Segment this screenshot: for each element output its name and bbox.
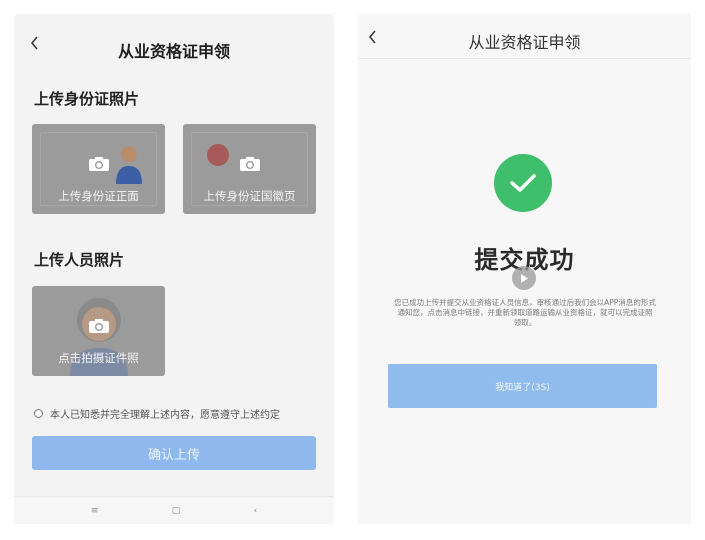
confirm-upload-button[interactable]: 确认上传 (32, 436, 316, 470)
system-nav-bar: ≡ ▢ ‹ (14, 496, 334, 524)
id-back-caption: 上传身份证国徽页 (203, 189, 296, 203)
success-description: 您已成功上传并提交从业资格证人员信息，审核通过后我们会以APP消息的形式通知您，… (394, 298, 656, 327)
acknowledge-button[interactable]: 我知道了(3S) (388, 364, 657, 408)
nav-home-button[interactable]: ▢ (172, 506, 181, 516)
person-photo-caption: 点击拍摄证件照 (58, 351, 139, 365)
page-title: 从业资格证申领 (117, 42, 230, 61)
id-section-heading: 上传身份证照片 (34, 90, 140, 108)
success-screen: 从业资格证申领 提交成功 您已成功上传并提交从业资格证人员信息，审核通过后我们会… (358, 14, 691, 524)
play-button[interactable] (512, 266, 536, 290)
check-icon (510, 174, 536, 192)
header: 从业资格证申领 (14, 14, 334, 76)
person-section-heading: 上传人员照片 (34, 251, 125, 269)
id-front-caption: 上传身份证正面 (58, 189, 139, 203)
agreement-row[interactable]: 本人已知悉并完全理解上述内容，愿意遵守上述约定 (34, 406, 280, 421)
camera-icon (239, 157, 260, 171)
success-badge (494, 154, 552, 212)
person-photo-upload-card[interactable]: 点击拍摄证件照 (32, 286, 165, 376)
id-back-upload-card[interactable]: 上传身份证国徽页 (183, 124, 316, 214)
national-emblem-icon (207, 144, 229, 166)
play-icon (521, 273, 528, 283)
camera-icon (88, 157, 109, 171)
camera-icon (88, 319, 109, 333)
person-silhouette-icon (116, 146, 142, 184)
header-divider (358, 58, 691, 59)
agreement-text: 本人已知悉并完全理解上述内容，愿意遵守上述约定 (50, 410, 280, 421)
upload-screen: 从业资格证申领 上传身份证照片 上传身份证正面 上传身份证国徽页 上传人员照片 (14, 14, 334, 524)
nav-back-button[interactable]: ‹ (254, 506, 258, 516)
id-front-upload-card[interactable]: 上传身份证正面 (32, 124, 165, 214)
nav-menu-button[interactable]: ≡ (91, 506, 99, 516)
agreement-radio[interactable] (34, 409, 43, 418)
page-title: 从业资格证申领 (468, 33, 581, 52)
